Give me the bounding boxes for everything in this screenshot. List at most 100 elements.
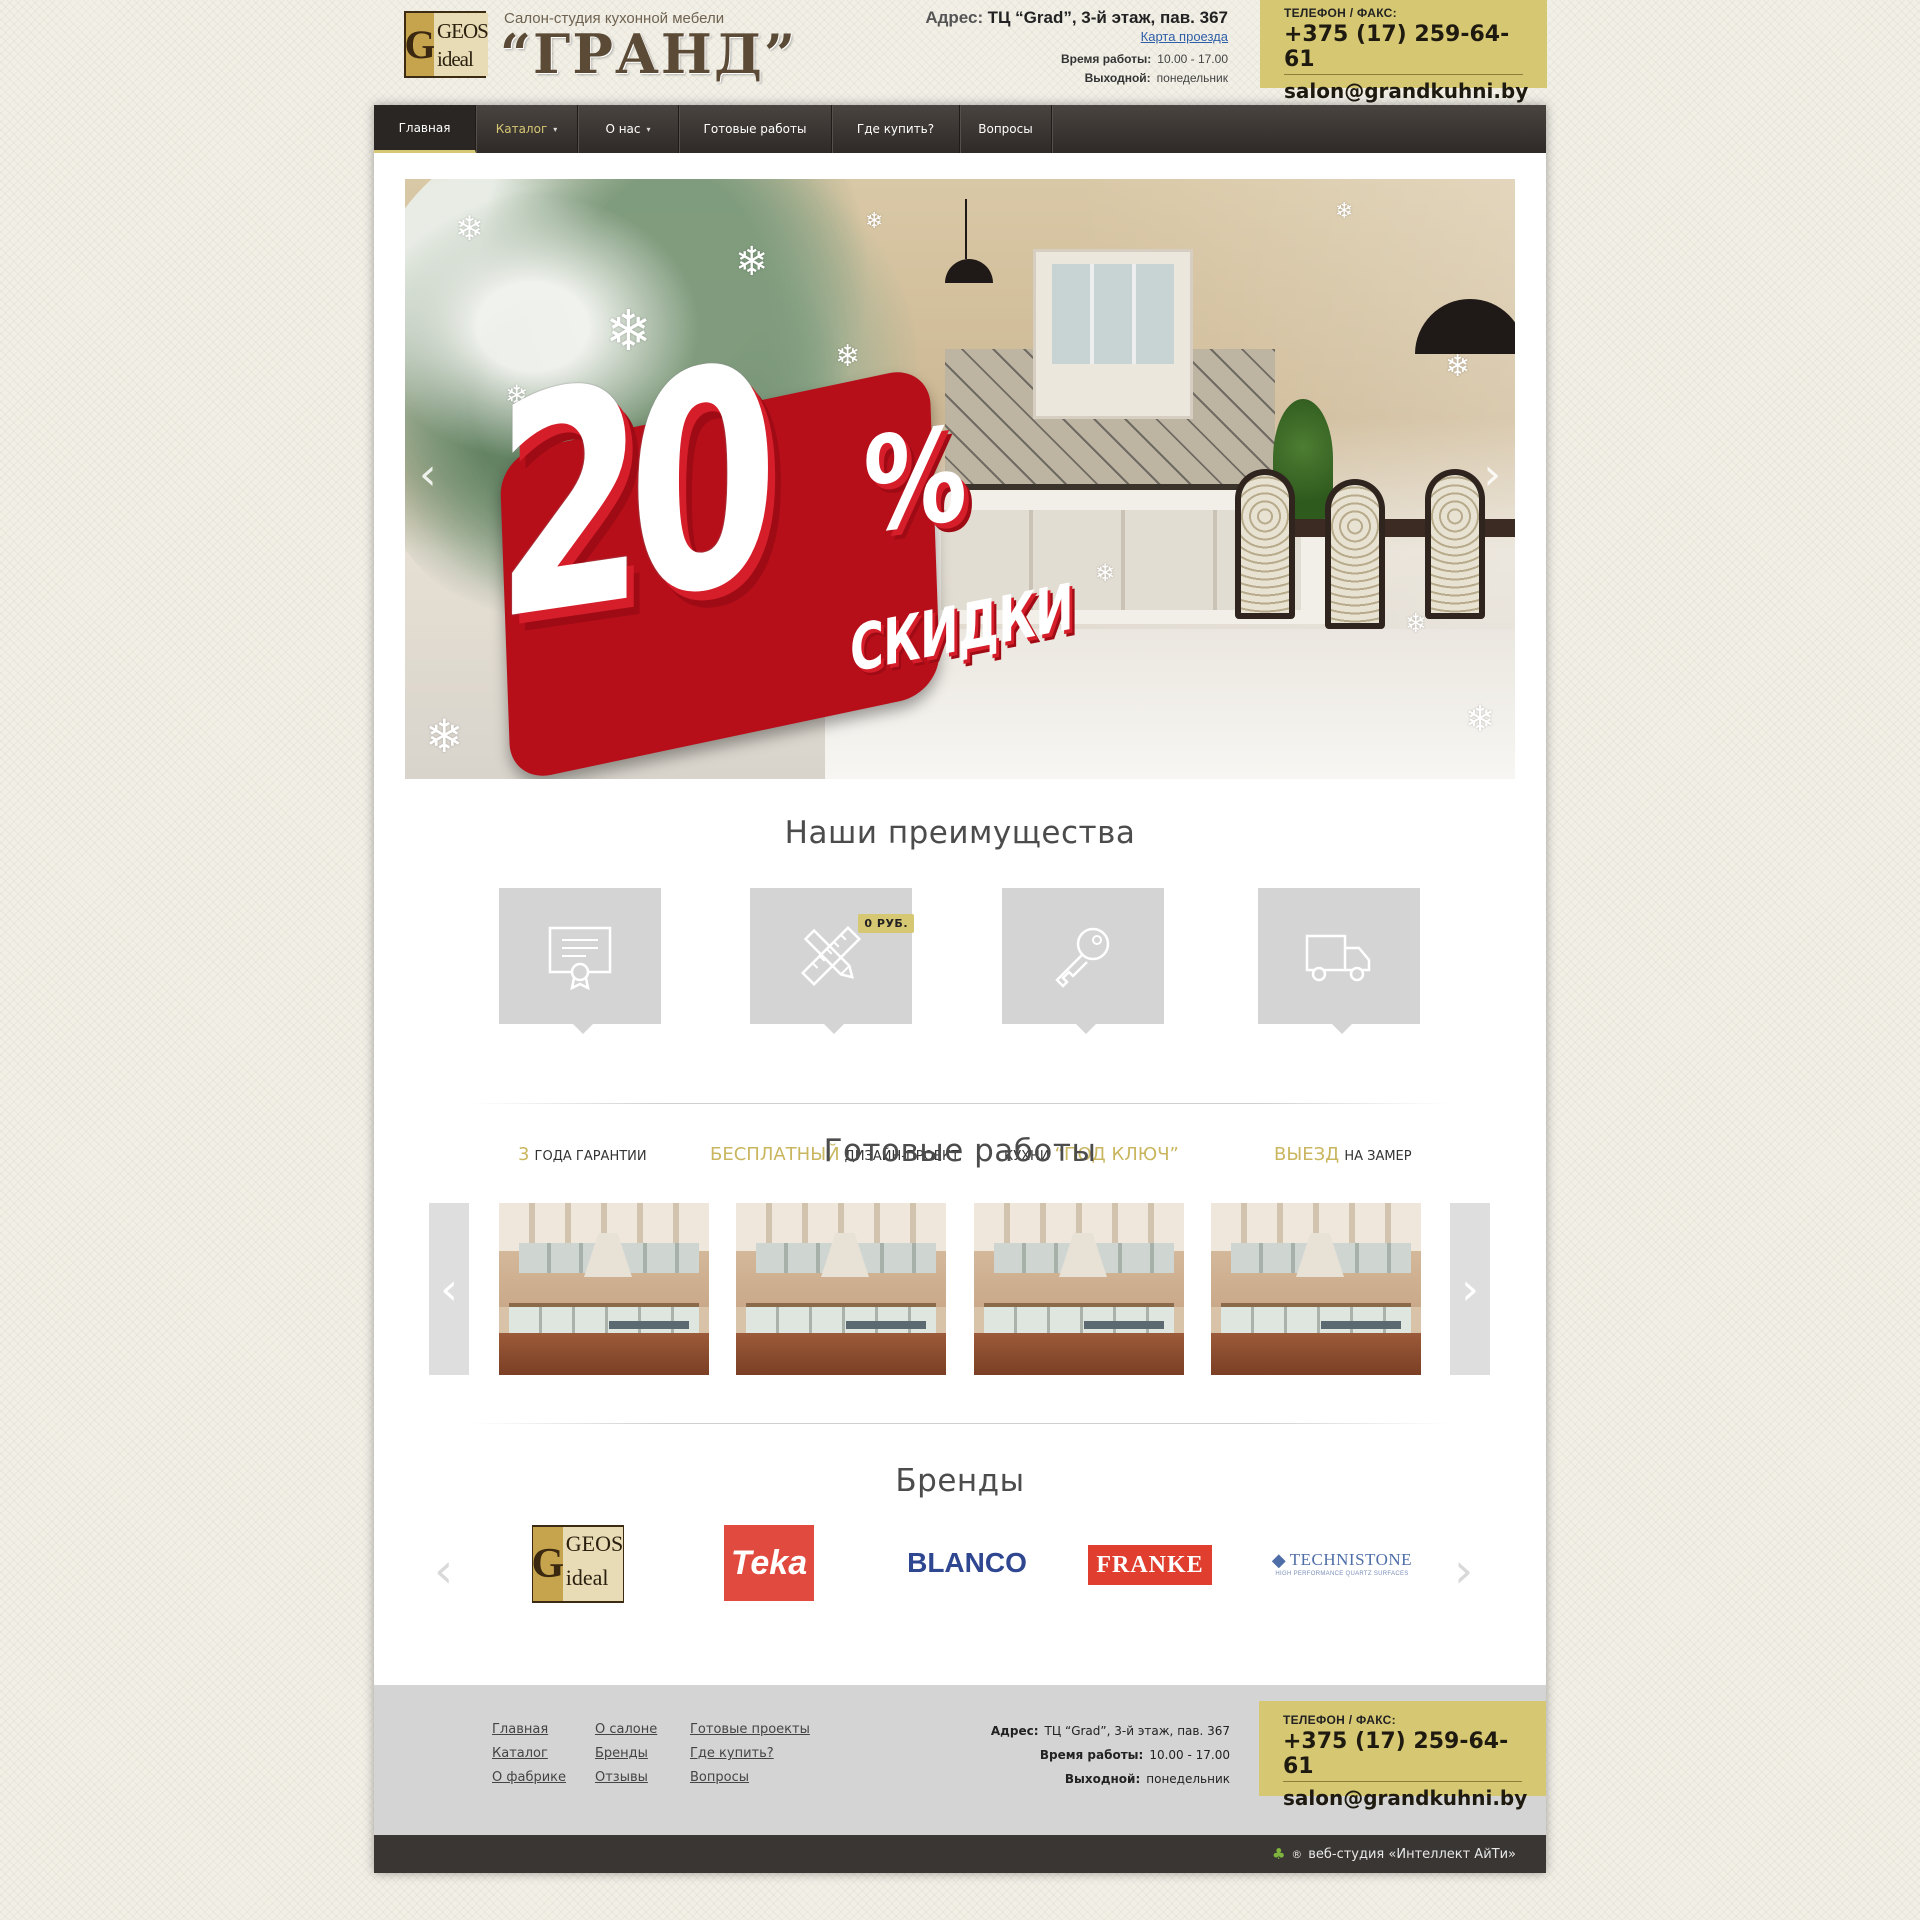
footer-contact-box: ТЕЛЕФОН / ФАКС: +375 (17) 259-64-61 salo…: [1259, 1701, 1546, 1810]
credit-text: веб-студия «Интеллект АйТи»: [1308, 1846, 1516, 1862]
footer-link[interactable]: Готовые проекты: [690, 1718, 810, 1742]
snowflake-icon: ❄: [1445, 349, 1471, 384]
works-title: Готовые работы: [823, 1133, 1097, 1169]
bottom-bar: ♣ ® веб-студия «Интеллект АйТи»: [374, 1835, 1546, 1873]
nav-label: О нас: [605, 122, 641, 136]
main-nav: Главная Каталог ▾ О нас ▾ Готовые работы Г…: [374, 105, 1546, 153]
brand-logo-technistone[interactable]: ◆ TECHNISTONE HIGH PERFORMANCE QUARTZ SU…: [1262, 1525, 1422, 1601]
dayoff-value: понедельник: [1156, 71, 1228, 85]
promo-percent: %: [863, 397, 968, 563]
advantage-tile-design: 0 РУБ.: [750, 888, 914, 1034]
snowflake-icon: ❄: [455, 209, 484, 249]
logo-letter: G: [404, 13, 436, 76]
chair-image: [1425, 469, 1485, 619]
contact-phone[interactable]: +375 (17) 259-64-61: [1284, 22, 1523, 75]
contact-phone[interactable]: +375 (17) 259-64-61: [1283, 1729, 1522, 1782]
works-next-arrow-icon[interactable]: ›: [1450, 1203, 1490, 1375]
nav-item-catalog[interactable]: Каталог ▾: [476, 105, 578, 153]
footer-link[interactable]: Главная: [492, 1718, 566, 1742]
snowflake-icon: ❄: [425, 709, 464, 763]
dayoff-label: Выходной:: [1064, 1772, 1141, 1786]
pencil-ruler-icon: [800, 925, 862, 987]
footer-links-col3: Готовые проекты Где купить? Вопросы: [690, 1718, 810, 1790]
dayoff-label: Выходной:: [1084, 71, 1151, 85]
nav-label: Главная: [398, 120, 451, 135]
promo-slider[interactable]: ❄ ❄ ❄ ❄ ❄ ❄ ❄ ❄ ❄ ❄ ❄ ❄ 20 % СКИДКИ ‹ ›: [405, 179, 1515, 779]
lamp-cord: [965, 199, 967, 259]
advantage-tile-measure: [1258, 888, 1420, 1034]
brand-subtitle: HIGH PERFORMANCE QUARTZ SURFACES: [1275, 1570, 1409, 1577]
slider-next-arrow-icon[interactable]: ›: [1483, 449, 1501, 500]
studio-credit[interactable]: ♣ ® веб-студия «Интеллект АйТи»: [1272, 1845, 1516, 1863]
footer-link[interactable]: Где купить?: [690, 1742, 810, 1766]
logo-line1: GEOS: [437, 18, 489, 43]
footer-links-col2: О салоне Бренды Отзывы: [595, 1718, 657, 1790]
nav-item-works[interactable]: Готовые работы: [679, 105, 832, 153]
address-label: Адрес:: [990, 1724, 1039, 1738]
logo-line2: ideal: [437, 46, 474, 71]
works-prev-arrow-icon[interactable]: ‹: [429, 1203, 469, 1375]
hours-value: 10.00 - 17.00: [1149, 1748, 1230, 1762]
snowflake-icon: ❄: [735, 239, 769, 285]
brand-logo-teka[interactable]: Teka: [724, 1525, 814, 1601]
dayoff-value: понедельник: [1146, 1772, 1230, 1786]
advantages-title: Наши преимущества: [784, 815, 1136, 851]
key-icon: [1055, 927, 1110, 988]
promo-number: 20: [495, 300, 762, 688]
map-link[interactable]: Карта проезда: [1141, 29, 1228, 44]
nav-item-where-to-buy[interactable]: Где купить?: [832, 105, 960, 153]
footer-link[interactable]: О фабрике: [492, 1766, 566, 1790]
chevron-down-icon: ▾: [553, 124, 558, 134]
address-label: Адрес:: [925, 8, 984, 27]
header-contact-box: ТЕЛЕФОН / ФАКС: +375 (17) 259-64-61 salo…: [1260, 0, 1547, 103]
section-divider: [470, 1423, 1450, 1424]
snowflake-icon: ❄: [1335, 199, 1354, 224]
brands-next-arrow-icon[interactable]: ›: [1454, 1543, 1473, 1599]
contact-email[interactable]: salon@grandkuhni.by: [1283, 1786, 1527, 1810]
main-panel: Главная Каталог ▾ О нас ▾ Готовые работы Г…: [374, 105, 1546, 1873]
certificate-icon: [548, 926, 612, 990]
footer-link[interactable]: Каталог: [492, 1742, 566, 1766]
free-badge: 0 РУБ.: [858, 914, 914, 933]
brand-logo-franke[interactable]: FRANKE: [1088, 1545, 1212, 1585]
header-hours: Время работы: 10.00 - 17.00 Выходной: поне…: [1061, 50, 1228, 88]
footer-link[interactable]: О салоне: [595, 1718, 657, 1742]
technistone-mark-icon: ◆: [1271, 1549, 1286, 1571]
snowflake-icon: ❄: [1095, 559, 1116, 587]
contact-email[interactable]: salon@grandkuhni.by: [1284, 79, 1528, 103]
footer-link[interactable]: Вопросы: [690, 1766, 810, 1790]
work-thumbnail[interactable]: [974, 1203, 1184, 1375]
work-thumbnail[interactable]: [1211, 1203, 1421, 1375]
hours-label: Время работы:: [1039, 1748, 1144, 1762]
hours-value: 10.00 - 17.00: [1157, 52, 1228, 66]
header-address: Адрес: ТЦ “Grad”, 3-й этаж, пав. 367: [925, 8, 1228, 28]
advantage-tile-turnkey: [1002, 888, 1164, 1034]
discount-promo: 20 % СКИДКИ: [475, 300, 1073, 779]
brand-logo-geos[interactable]: G GEOS ideal: [531, 1525, 624, 1603]
nav-item-about[interactable]: О нас ▾: [578, 105, 679, 153]
section-divider: [470, 1103, 1450, 1104]
footer-links-col1: Главная Каталог О фабрике: [492, 1718, 566, 1790]
registered-mark: ®: [1291, 1847, 1303, 1861]
footer-link[interactable]: Бренды: [595, 1742, 657, 1766]
brands-title: Бренды: [895, 1463, 1025, 1499]
leaf-icon: ♣: [1271, 1845, 1286, 1863]
footer-link[interactable]: Отзывы: [595, 1766, 657, 1790]
brand-label: GEOS ideal: [562, 1527, 624, 1601]
brand-label: TECHNISTONE: [1289, 1550, 1413, 1569]
nav-item-home[interactable]: Главная: [374, 105, 476, 153]
nav-item-faq[interactable]: Вопросы: [960, 105, 1052, 153]
chair-image: [1235, 469, 1295, 619]
work-thumbnail[interactable]: [736, 1203, 946, 1375]
brand-logo-blanco[interactable]: BLANCO: [892, 1525, 1042, 1601]
contact-label: ТЕЛЕФОН / ФАКС:: [1284, 6, 1397, 20]
slider-prev-arrow-icon[interactable]: ‹: [419, 449, 437, 500]
address-value: ТЦ “Grad”, 3-й этаж, пав. 367: [987, 8, 1228, 27]
advantage-tile-warranty: [499, 888, 661, 1034]
work-thumbnail[interactable]: [499, 1203, 709, 1375]
brands-prev-arrow-icon[interactable]: ‹: [434, 1543, 453, 1599]
site-logo[interactable]: G GEOS ideal: [404, 11, 489, 78]
nav-label: Готовые работы: [703, 122, 807, 136]
chevron-down-icon: ▾: [646, 124, 651, 134]
brand-name[interactable]: “ГРАНД”: [500, 22, 797, 86]
